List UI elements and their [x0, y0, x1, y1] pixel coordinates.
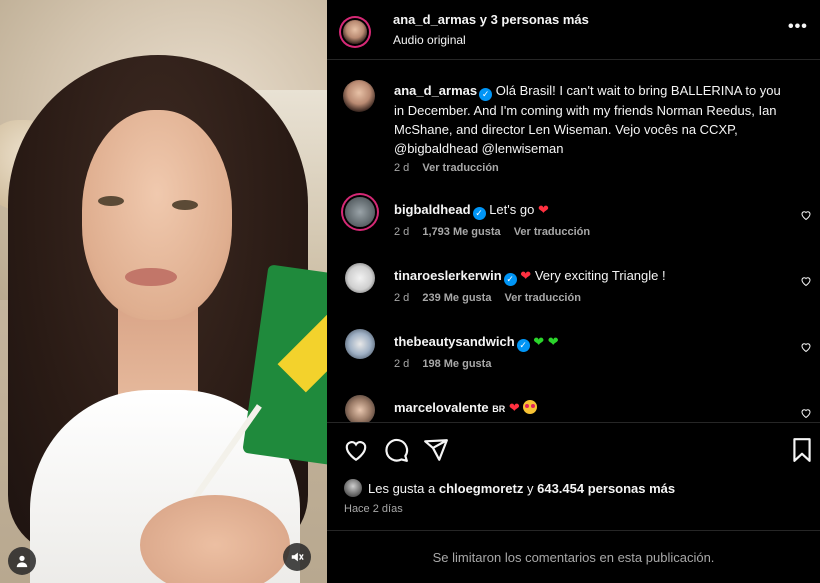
- caption-username[interactable]: ana_d_armas: [394, 83, 477, 98]
- comment-avatar[interactable]: [345, 329, 375, 359]
- red-heart-emoji: ❤: [537, 202, 549, 217]
- author-avatar[interactable]: [343, 20, 367, 44]
- more-options-icon[interactable]: •••: [788, 18, 808, 36]
- media-person-lips: [125, 268, 177, 286]
- comment-meta: 2 d 1,793 Me gusta Ver traducción: [394, 226, 600, 238]
- post-panel: ana_d_armas y 3 personas más Audio origi…: [327, 0, 820, 583]
- user-tag-icon: [16, 555, 28, 568]
- likes-joiner: y: [526, 480, 534, 496]
- verified-icon: ✓: [479, 88, 493, 101]
- verified-icon: ✓: [503, 273, 517, 286]
- caption-meta: 2 d Ver traducción: [394, 162, 509, 174]
- post-author-title[interactable]: ana_d_armas y 3 personas más: [393, 12, 589, 27]
- comment-username[interactable]: bigbaldhead: [394, 202, 471, 217]
- comment-meta: 2 d 198 Me gusta: [394, 358, 501, 370]
- audio-label[interactable]: Audio original: [393, 33, 466, 47]
- comment-text: tinaroeslerkerwin ✓ ❤ Very exciting Trian…: [394, 266, 789, 286]
- caption-time: 2 d: [394, 162, 410, 174]
- verified-icon: ✓: [516, 339, 530, 352]
- comment-time: 2 d: [394, 292, 410, 304]
- comment-like-icon[interactable]: [800, 209, 812, 221]
- comment-icon[interactable]: [383, 437, 409, 463]
- comment-avatar[interactable]: [345, 395, 375, 422]
- red-heart-emoji: ❤: [520, 268, 532, 283]
- media-person-face: [82, 110, 232, 320]
- comment-body: Very exciting Triangle !: [534, 268, 666, 283]
- comments-list: ana_d_armas ✓ Olá Brasil! I can't wait to…: [327, 60, 820, 422]
- action-bar: Les gusta a chloegmoretz y 643.454 perso…: [327, 422, 820, 542]
- comment-time: 2 d: [394, 226, 410, 238]
- mute-icon: [291, 552, 304, 562]
- red-heart-emoji: ❤: [508, 400, 520, 415]
- comment-badge: BR: [492, 404, 506, 414]
- star-eyes-emoji: [523, 400, 538, 414]
- comment-time: 2 d: [394, 358, 410, 370]
- comment-like-icon[interactable]: [800, 341, 812, 353]
- comment-like-icon[interactable]: [800, 407, 812, 419]
- comment-body: Let's go: [489, 202, 535, 217]
- post-media[interactable]: [0, 0, 327, 583]
- comment-username[interactable]: thebeautysandwich: [394, 334, 515, 349]
- comment-avatar[interactable]: [345, 263, 375, 293]
- post-timestamp: Hace 2 días: [344, 503, 403, 515]
- comment-translate-link[interactable]: Ver traducción: [514, 226, 590, 238]
- comment-text: marcelovalente BR ❤: [394, 398, 789, 419]
- media-person-eye-right: [172, 200, 198, 210]
- comment-meta: 2 d 239 Me gusta Ver traducción: [394, 292, 591, 304]
- comment-likes[interactable]: 198 Me gusta: [422, 358, 491, 370]
- green-heart-emoji: ❤: [533, 334, 545, 349]
- comment-text: thebeautysandwich ✓ ❤ ❤: [394, 332, 789, 352]
- save-icon[interactable]: [789, 437, 815, 463]
- comment-avatar[interactable]: [345, 197, 375, 227]
- mute-button[interactable]: [283, 543, 311, 571]
- comment-text: bigbaldhead ✓ Let's go ❤: [394, 200, 789, 220]
- like-icon[interactable]: [343, 437, 369, 463]
- liker-username[interactable]: chloegmoretz: [439, 481, 524, 496]
- likes-others[interactable]: 643.454 personas más: [537, 481, 675, 496]
- comments-limited-notice: Se limitaron los comentarios en esta pub…: [327, 530, 820, 583]
- likes-prefix: Les gusta a: [368, 480, 436, 496]
- comment-username[interactable]: marcelovalente: [394, 400, 489, 415]
- caption-text: ana_d_armas ✓ Olá Brasil! I can't wait to…: [394, 81, 789, 158]
- comment-likes[interactable]: 1,793 Me gusta: [422, 226, 500, 238]
- verified-icon: ✓: [472, 207, 486, 220]
- caption-avatar[interactable]: [343, 80, 375, 112]
- liker-avatar: [344, 479, 362, 497]
- media-person-eye-left: [98, 196, 124, 206]
- post-header: ana_d_armas y 3 personas más Audio origi…: [327, 0, 820, 60]
- comment-translate-link[interactable]: Ver traducción: [505, 292, 581, 304]
- comment-like-icon[interactable]: [800, 275, 812, 287]
- comment-username[interactable]: tinaroeslerkerwin: [394, 268, 502, 283]
- comment-likes[interactable]: 239 Me gusta: [422, 292, 491, 304]
- likes-summary[interactable]: Les gusta a chloegmoretz y 643.454 perso…: [344, 479, 675, 497]
- user-tag-button[interactable]: [8, 547, 36, 575]
- caption-translate-link[interactable]: Ver traducción: [422, 162, 498, 174]
- green-heart-emoji: ❤: [547, 334, 559, 349]
- share-icon[interactable]: [423, 437, 449, 463]
